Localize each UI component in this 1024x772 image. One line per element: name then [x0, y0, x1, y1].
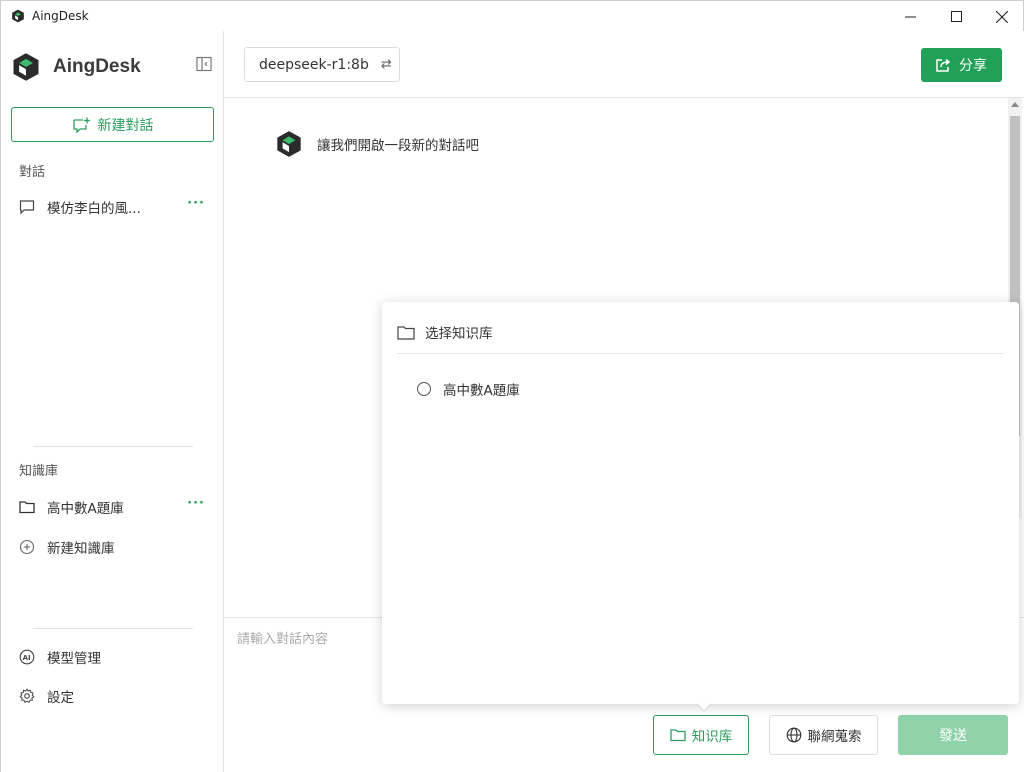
folder-icon [19, 499, 35, 515]
new-chat-icon [72, 117, 90, 133]
ai-model-icon: AI [19, 649, 35, 665]
conversation-item[interactable]: 模仿李白的風... ··· [19, 196, 209, 218]
web-search-label: 聯網蒐索 [807, 729, 862, 745]
settings-label: 設定 [47, 690, 74, 706]
bot-avatar-icon [277, 131, 301, 157]
scroll-up-icon[interactable] [1011, 102, 1019, 107]
new-chat-label: 新建對話 [97, 117, 154, 134]
close-icon [996, 10, 1008, 23]
message-input[interactable]: 請輸入對話內容 [237, 628, 328, 647]
new-knowledge-base-button[interactable]: 新建知識庫 [19, 536, 209, 558]
sidebar: AingDesk 新建對話 對話 模仿李白的風... ··· 知識庫 高中數A題… [0, 31, 224, 772]
app-logo-icon [13, 53, 39, 81]
globe-icon [786, 727, 801, 743]
svg-text:AI: AI [23, 654, 31, 662]
maximize-icon [950, 11, 962, 22]
share-button[interactable]: 分享 [921, 48, 1002, 82]
add-circle-icon [19, 539, 35, 555]
folder-icon [670, 729, 686, 742]
send-label: 發送 [939, 728, 967, 744]
share-icon [936, 58, 951, 72]
window-titlebar: AingDesk [0, 0, 1024, 31]
knowledge-base-label: 高中數A題庫 [47, 501, 124, 517]
folder-icon [397, 325, 415, 340]
new-knowledge-base-label: 新建知識庫 [47, 541, 115, 557]
new-chat-button[interactable]: 新建對話 [11, 107, 214, 142]
web-search-button[interactable]: 聯網蒐索 [769, 715, 878, 755]
knowledge-base-option-label: 高中數A題庫 [443, 383, 520, 399]
knowledge-base-option[interactable]: 高中數A題庫 [417, 379, 520, 399]
app-logo: AingDesk [11, 52, 141, 82]
swap-icon: ⇄ [380, 57, 392, 72]
popover-divider [397, 353, 1004, 354]
knowledge-base-button-label: 知识库 [691, 729, 733, 745]
window-title: AingDesk [32, 9, 89, 23]
conversations-section-label: 對話 [19, 165, 46, 180]
popover-header: 选择知识库 [397, 322, 493, 342]
maximize-button[interactable] [933, 1, 979, 32]
main-header: deepseek-r1:8b ⇄ 分享 [224, 31, 1024, 98]
knowledge-base-item[interactable]: 高中數A題庫 ··· [19, 496, 209, 518]
bot-message-text: 讓我們開啟一段新的對話吧 [317, 138, 479, 154]
gear-icon [19, 688, 35, 704]
model-selector[interactable]: deepseek-r1:8b ⇄ [244, 47, 400, 82]
model-manage-label: 模型管理 [47, 651, 101, 667]
settings-button[interactable]: 設定 [19, 685, 209, 707]
sidebar-divider-bottom [33, 628, 193, 629]
radio-button[interactable] [417, 382, 431, 396]
share-label: 分享 [959, 58, 987, 74]
popover-title: 选择知识库 [425, 326, 493, 342]
close-button[interactable] [979, 1, 1024, 32]
bot-message: 讓我們開啟一段新的對話吧 [275, 130, 479, 158]
model-name: deepseek-r1:8b [259, 56, 369, 73]
popover-arrow [697, 703, 711, 710]
minimize-icon [904, 16, 916, 18]
model-manage-button[interactable]: AI 模型管理 [19, 646, 209, 668]
send-button[interactable]: 發送 [898, 715, 1008, 755]
conversation-more-button[interactable]: ··· [187, 196, 205, 211]
chat-bubble-icon [19, 199, 35, 215]
knowledge-base-more-button[interactable]: ··· [187, 496, 205, 511]
app-logo-icon [12, 9, 24, 23]
sidebar-divider [33, 446, 193, 447]
conversation-label: 模仿李白的風... [47, 201, 141, 217]
sidebar-collapse-icon[interactable] [196, 56, 212, 72]
knowledge-section-label: 知識庫 [19, 464, 59, 479]
logo-text: AingDesk [53, 56, 141, 77]
knowledge-base-button[interactable]: 知识库 [653, 715, 749, 755]
knowledge-base-popover: 选择知识库 高中數A題庫 [382, 302, 1019, 704]
minimize-button[interactable] [887, 1, 933, 32]
